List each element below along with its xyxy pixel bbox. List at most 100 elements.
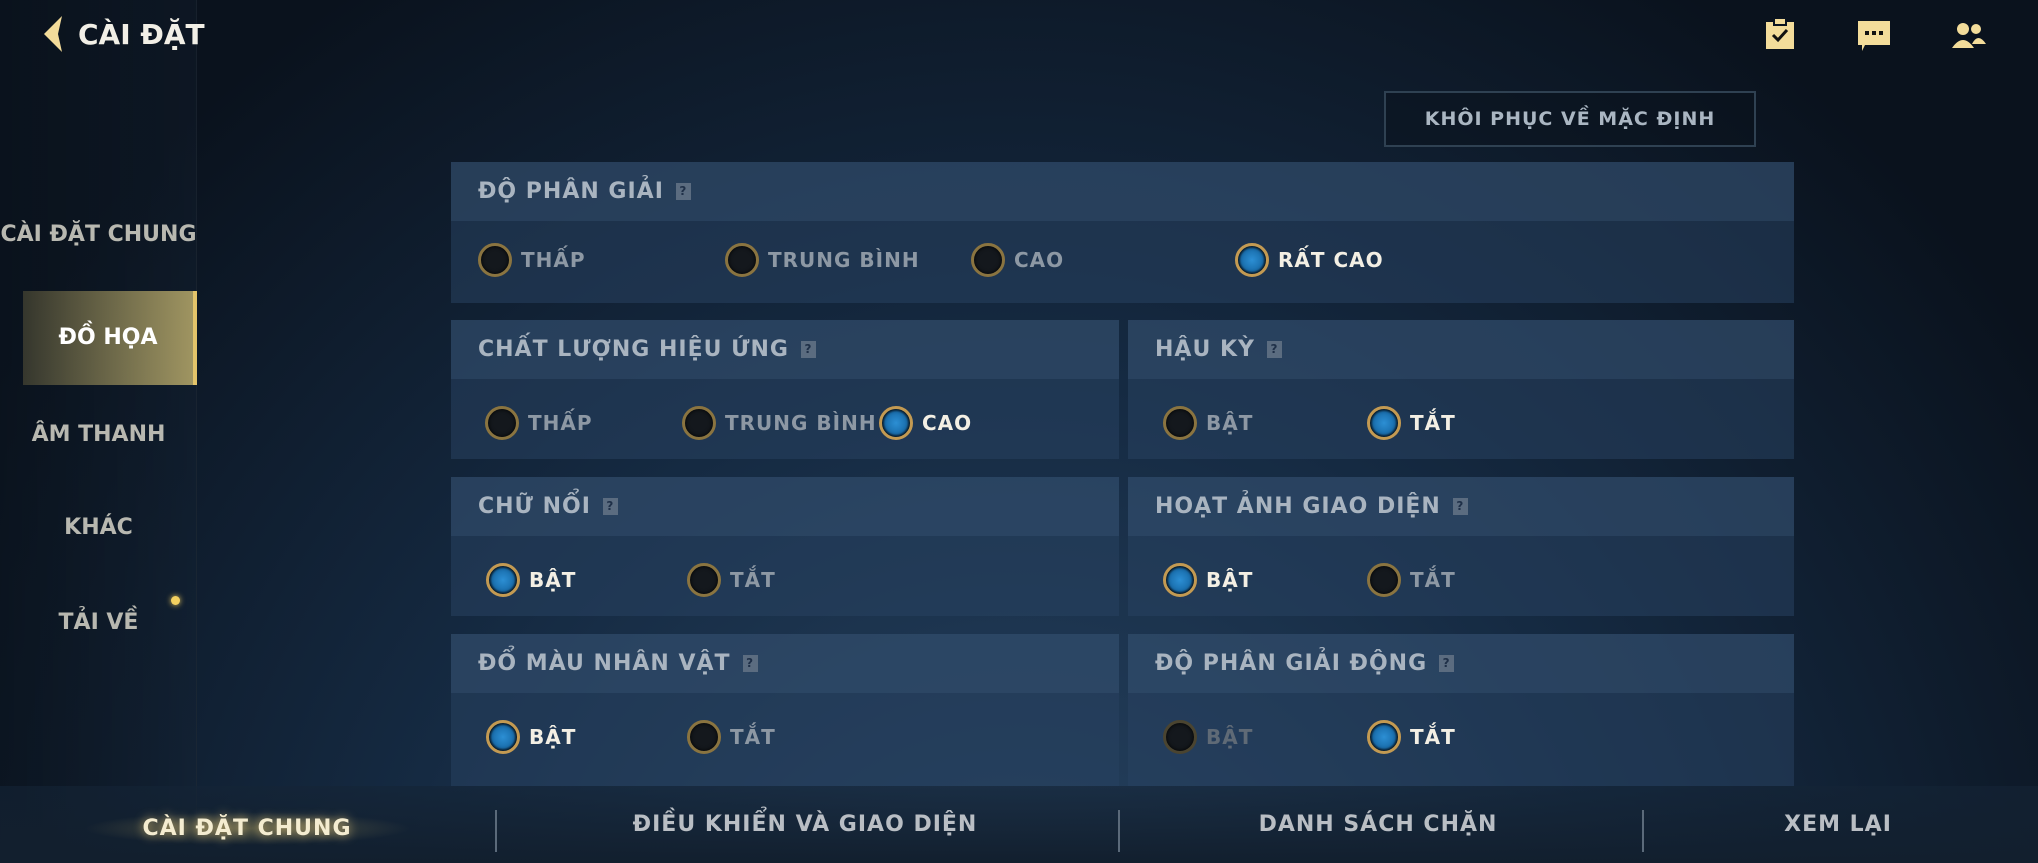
radio-icon — [725, 243, 759, 277]
radio-icon — [682, 406, 716, 440]
help-icon[interactable]: ? — [602, 498, 618, 515]
help-icon[interactable]: ? — [1266, 341, 1282, 358]
radio-option[interactable]: TẮT — [1367, 720, 1456, 754]
radio-label: TẮT — [730, 568, 776, 592]
tab-replay[interactable]: XEM LẠI — [1784, 812, 1892, 837]
notification-dot — [171, 596, 180, 605]
radio-label: BẬT — [1206, 411, 1254, 435]
radio-label: BẬT — [1206, 725, 1254, 749]
setting-panel: CHẤT LƯỢNG HIỆU ỨNG? THẤP TRUNG BÌNH CAO — [451, 320, 1119, 459]
sidebar-item-label: ĐỒ HỌA — [58, 325, 158, 350]
radio-option[interactable]: CAO — [879, 406, 972, 440]
help-icon[interactable]: ? — [1439, 655, 1455, 672]
page-title: CÀI ĐẶT — [78, 17, 205, 51]
radio-option[interactable]: TẮT — [687, 563, 776, 597]
radio-label: BẬT — [529, 568, 577, 592]
radio-option[interactable]: BẬT — [1163, 563, 1253, 597]
radio-icon — [687, 720, 721, 754]
setting-title-text: HẬU KỲ — [1155, 337, 1255, 362]
radio-option[interactable]: TRUNG BÌNH — [682, 406, 877, 440]
radio-option[interactable]: THẤP — [478, 243, 586, 277]
sidebar-item-general[interactable]: CÀI ĐẶT CHUNG — [0, 220, 197, 250]
radio-label: TẮT — [1410, 568, 1456, 592]
sidebar-item-other[interactable]: KHÁC — [0, 513, 197, 543]
back-button[interactable]: CÀI ĐẶT — [40, 14, 205, 54]
radio-option[interactable]: BẬT — [1163, 406, 1253, 440]
help-icon[interactable]: ? — [742, 655, 758, 672]
radio-option[interactable]: CAO — [971, 243, 1064, 277]
setting-title: ĐỘ PHÂN GIẢI ĐỘNG? — [1128, 634, 1794, 693]
radio-option[interactable]: BẬT — [486, 563, 576, 597]
reset-default-button[interactable]: KHÔI PHỤC VỀ MẶC ĐỊNH — [1384, 91, 1756, 147]
radio-icon — [1163, 720, 1197, 754]
radio-selected-icon — [1163, 563, 1197, 597]
tab-divider — [1642, 810, 1644, 852]
friends-button[interactable] — [1952, 22, 1986, 52]
setting-title: HẬU KỲ? — [1128, 320, 1794, 379]
help-icon[interactable]: ? — [801, 341, 816, 358]
setting-panel: ĐỘ PHÂN GIẢI ĐỘNG? BẬT TẮT — [1128, 634, 1794, 786]
radio-label: RẤT CAO — [1278, 248, 1384, 272]
radio-selected-icon — [1367, 406, 1401, 440]
radio-selected-icon — [486, 563, 520, 597]
radio-label: TẮT — [730, 725, 776, 749]
setting-panel: ĐỔ MÀU NHÂN VẬT? BẬT TẮT — [451, 634, 1119, 786]
radio-label: CAO — [1014, 248, 1065, 272]
sidebar-item-graphics[interactable]: ĐỒ HỌA — [23, 291, 197, 385]
setting-title: ĐỘ PHÂN GIẢI? — [451, 162, 1794, 221]
radio-label: BẬT — [529, 725, 577, 749]
setting-panel: HOẠT ẢNH GIAO DIỆN? BẬT TẮT — [1128, 477, 1794, 616]
setting-title: ĐỔ MÀU NHÂN VẬT? — [451, 634, 1119, 693]
radio-icon — [971, 243, 1005, 277]
sidebar-item-sound[interactable]: ÂM THANH — [0, 420, 197, 450]
radio-label: BẬT — [1206, 568, 1254, 592]
setting-panel: HẬU KỲ? BẬT TẮT — [1128, 320, 1794, 459]
help-icon[interactable]: ? — [1452, 498, 1468, 515]
radio-label: THẤP — [528, 411, 593, 435]
setting-panel: CHỮ NỔI? BẬT TẮT — [451, 477, 1119, 616]
setting-title: CHẤT LƯỢNG HIỆU ỨNG? — [451, 320, 1119, 379]
friends-icon — [1952, 23, 1986, 48]
radio-option[interactable]: TẮT — [687, 720, 776, 754]
radio-icon — [1367, 563, 1401, 597]
radio-icon — [485, 406, 519, 440]
radio-selected-icon — [1235, 243, 1269, 277]
sidebar-item-download[interactable]: TẢI VỀ — [0, 608, 197, 638]
radio-label: THẤP — [521, 248, 586, 272]
radio-label: CAO — [922, 411, 973, 435]
radio-selected-icon — [1367, 720, 1401, 754]
radio-option[interactable]: TRUNG BÌNH — [725, 243, 920, 277]
radio-option[interactable]: THẤP — [485, 406, 593, 440]
radio-option[interactable]: RẤT CAO — [1235, 243, 1384, 277]
setting-title-text: CHẤT LƯỢNG HIỆU ỨNG — [478, 337, 789, 362]
radio-icon — [478, 243, 512, 277]
tab-divider — [495, 810, 497, 852]
setting-title-text: HOẠT ẢNH GIAO DIỆN — [1155, 494, 1441, 519]
setting-panel: ĐỘ PHÂN GIẢI? THẤP TRUNG BÌNH CAO RẤT CAO — [451, 162, 1794, 303]
setting-title: HOẠT ẢNH GIAO DIỆN? — [1128, 477, 1794, 536]
radio-label: TRUNG BÌNH — [725, 411, 877, 435]
setting-title-text: CHỮ NỔI — [478, 494, 591, 519]
quests-button[interactable] — [1764, 17, 1796, 54]
radio-label: TẮT — [1410, 411, 1456, 435]
setting-title-text: ĐỔ MÀU NHÂN VẬT — [478, 651, 731, 676]
tab-block-list[interactable]: DANH SÁCH CHẶN — [1259, 812, 1498, 837]
setting-title-text: ĐỘ PHÂN GIẢI ĐỘNG — [1155, 651, 1428, 676]
radio-selected-icon — [486, 720, 520, 754]
radio-option[interactable]: TẮT — [1367, 406, 1456, 440]
radio-icon — [687, 563, 721, 597]
radio-option[interactable]: TẮT — [1367, 563, 1456, 597]
clipboard-check-icon — [1766, 17, 1794, 49]
setting-title: CHỮ NỔI? — [451, 477, 1119, 536]
radio-label: TẮT — [1410, 725, 1456, 749]
chat-button[interactable] — [1857, 20, 1891, 56]
chevron-left-icon — [44, 16, 62, 52]
radio-selected-icon — [879, 406, 913, 440]
tab-general[interactable]: CÀI ĐẶT CHUNG — [82, 812, 412, 845]
chat-icon — [1858, 21, 1890, 51]
radio-option[interactable]: BẬT — [1163, 720, 1253, 754]
radio-icon — [1163, 406, 1197, 440]
tab-controls-interface[interactable]: ĐIỀU KHIỂN VÀ GIAO DIỆN — [633, 812, 978, 837]
radio-option[interactable]: BẬT — [486, 720, 576, 754]
help-icon[interactable]: ? — [675, 183, 691, 200]
